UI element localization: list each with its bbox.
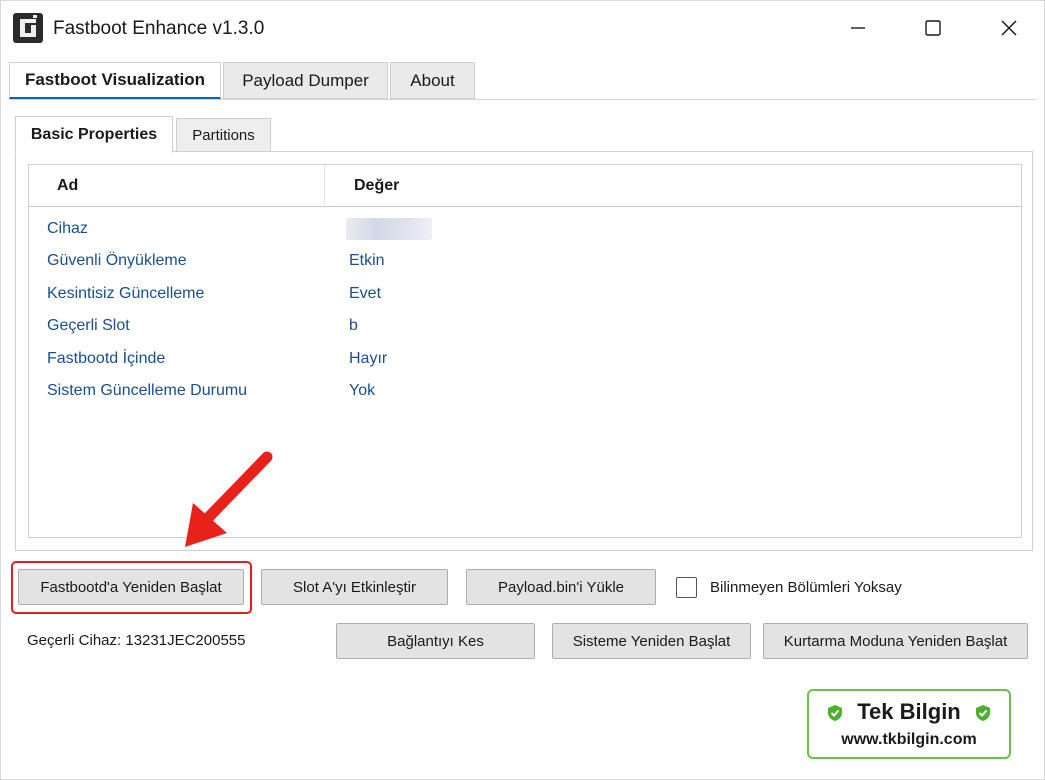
property-name: Sistem Güncelleme Durumu	[47, 382, 248, 399]
ignore-unknown-partitions-checkbox[interactable]	[676, 577, 697, 598]
tab-partitions[interactable]: Partitions	[176, 118, 271, 152]
reboot-recovery-button[interactable]: Kurtarma Moduna Yeniden Başlat	[763, 623, 1028, 659]
tab-about[interactable]: About	[390, 62, 475, 99]
properties-panel: Ad Değer Cihaz Güvenli Önyükleme Etkin K…	[15, 151, 1033, 551]
window-title: Fastboot Enhance v1.3.0	[53, 18, 265, 39]
property-value: Evet	[349, 285, 382, 302]
tab-divider	[9, 99, 1037, 100]
property-name: Güvenli Önyükleme	[47, 252, 187, 269]
table-row[interactable]: Güvenli Önyükleme Etkin	[29, 245, 1021, 277]
property-value: Hayır	[349, 350, 388, 367]
close-icon	[1001, 20, 1017, 36]
tab-fastboot-visualization[interactable]: Fastboot Visualization	[9, 62, 221, 100]
red-arrow-annotation	[185, 451, 273, 547]
redacted-value	[346, 218, 432, 240]
minimize-icon	[851, 27, 865, 29]
column-header-name[interactable]: Ad	[57, 177, 78, 195]
minimize-button[interactable]	[835, 11, 881, 45]
reboot-system-button[interactable]: Sisteme Yeniden Başlat	[552, 623, 751, 659]
ignore-unknown-partitions-label[interactable]: Bilinmeyen Bölümleri Yoksay	[710, 579, 902, 596]
tab-payload-dumper[interactable]: Payload Dumper	[223, 62, 388, 99]
close-button[interactable]	[986, 11, 1032, 45]
app-window: Fastboot Enhance v1.3.0 Fastboot Visuali…	[0, 0, 1045, 780]
maximize-icon	[925, 20, 941, 36]
table-row[interactable]: Fastbootd İçinde Hayır	[29, 343, 1021, 375]
list-header: Ad Değer	[29, 165, 1021, 207]
property-name: Geçerli Slot	[47, 317, 130, 334]
current-device-status: Geçerli Cihaz: 13231JEC200555	[27, 632, 246, 649]
column-separator[interactable]	[324, 165, 325, 207]
table-row[interactable]: Geçerli Slot b	[29, 310, 1021, 342]
shield-check-icon	[976, 705, 990, 721]
table-row[interactable]: Kesintisiz Güncelleme Evet	[29, 278, 1021, 310]
load-payload-button[interactable]: Payload.bin'i Yükle	[466, 569, 656, 605]
tab-basic-properties[interactable]: Basic Properties	[15, 116, 173, 153]
watermark-url: www.tkbilgin.com	[841, 731, 977, 748]
property-value: Yok	[349, 382, 376, 399]
column-header-value[interactable]: Değer	[354, 177, 399, 195]
property-name: Fastbootd İçinde	[47, 350, 166, 367]
property-name: Cihaz	[47, 220, 88, 237]
app-fragment-icon	[13, 13, 43, 43]
table-row[interactable]: Sistem Güncelleme Durumu Yok	[29, 375, 1021, 407]
property-name: Kesintisiz Güncelleme	[47, 285, 205, 302]
reboot-fastbootd-button[interactable]: Fastbootd'a Yeniden Başlat	[18, 569, 244, 605]
title-bar: Fastboot Enhance v1.3.0	[1, 1, 1044, 57]
table-row[interactable]: Cihaz	[29, 213, 1021, 245]
disconnect-button[interactable]: Bağlantıyı Kes	[336, 623, 535, 659]
maximize-button[interactable]	[910, 11, 956, 45]
property-value: Etkin	[349, 252, 385, 269]
watermark-badge: Tek Bilgin www.tkbilgin.com	[807, 689, 1011, 759]
activate-slot-a-button[interactable]: Slot A'yı Etkinleştir	[261, 569, 448, 605]
property-value: b	[349, 317, 358, 334]
